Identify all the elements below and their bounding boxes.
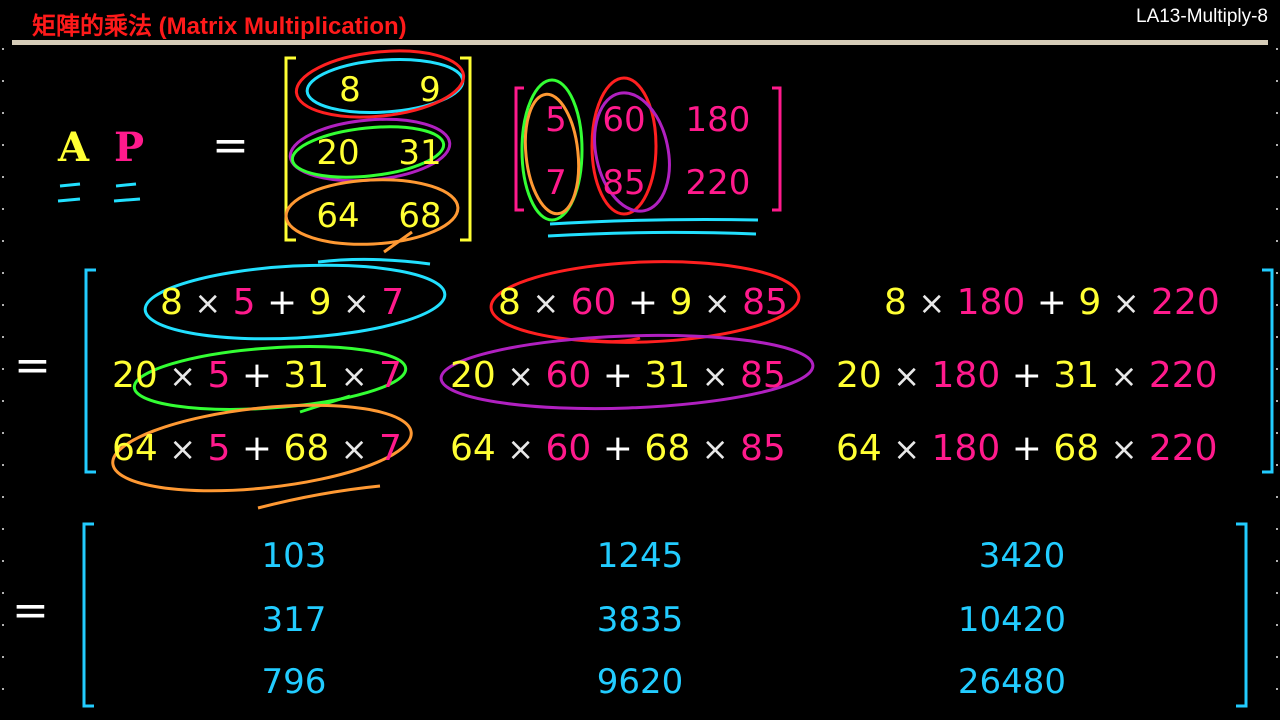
matrix-p-cell: 60 [602, 100, 646, 140]
matrix-p-right-bracket [772, 86, 782, 212]
matrix-p-cell: 7 [545, 163, 567, 203]
matrix-p-cell: 220 [685, 163, 751, 203]
result-cell: 1245 [596, 536, 684, 576]
expansion-entry: 20 × 5 + 31 × 7 [112, 355, 402, 396]
result-cell: 796 [261, 662, 327, 702]
matrix-p-cell: 180 [685, 100, 751, 140]
result-right-bracket [1236, 522, 1248, 708]
expansion-right-bracket [1262, 268, 1274, 474]
result-cell: 26480 [957, 662, 1067, 702]
underline-p [113, 182, 141, 203]
matrix-p-cell: 85 [602, 163, 646, 203]
expansion-entry: 8 × 180 + 9 × 220 [884, 282, 1220, 323]
expansion-entry: 64 × 180 + 68 × 220 [836, 428, 1218, 469]
result-cell: 3835 [596, 600, 684, 640]
expansion-entry: 20 × 60 + 31 × 85 [450, 355, 786, 396]
matrix-p-cell: 5 [545, 100, 567, 140]
result-cell: 103 [261, 536, 327, 576]
result-cell: 10420 [957, 600, 1067, 640]
result-cell: 9620 [596, 662, 684, 702]
matrix-a-cell: 68 [398, 196, 442, 236]
matrix-a-cell: 8 [339, 70, 361, 110]
expansion-entry: 8 × 60 + 9 × 85 [498, 282, 788, 323]
expansion-entry: 64 × 5 + 68 × 7 [112, 428, 402, 469]
matrix-a-cell: 20 [316, 133, 360, 173]
result-cell: 3420 [978, 536, 1066, 576]
expansion-entry: 64 × 60 + 68 × 85 [450, 428, 786, 469]
result-cell: 317 [261, 600, 327, 640]
result-left-bracket [82, 522, 94, 708]
underline-a [57, 182, 81, 203]
expansion-left-bracket [84, 268, 96, 474]
matrix-a-cell: 64 [316, 196, 360, 236]
matrix-a-cell: 9 [419, 70, 441, 110]
expansion-entry: 20 × 180 + 31 × 220 [836, 355, 1218, 396]
matrix-a-cell: 31 [398, 133, 442, 173]
expansion-entry: 8 × 5 + 9 × 7 [160, 282, 405, 323]
